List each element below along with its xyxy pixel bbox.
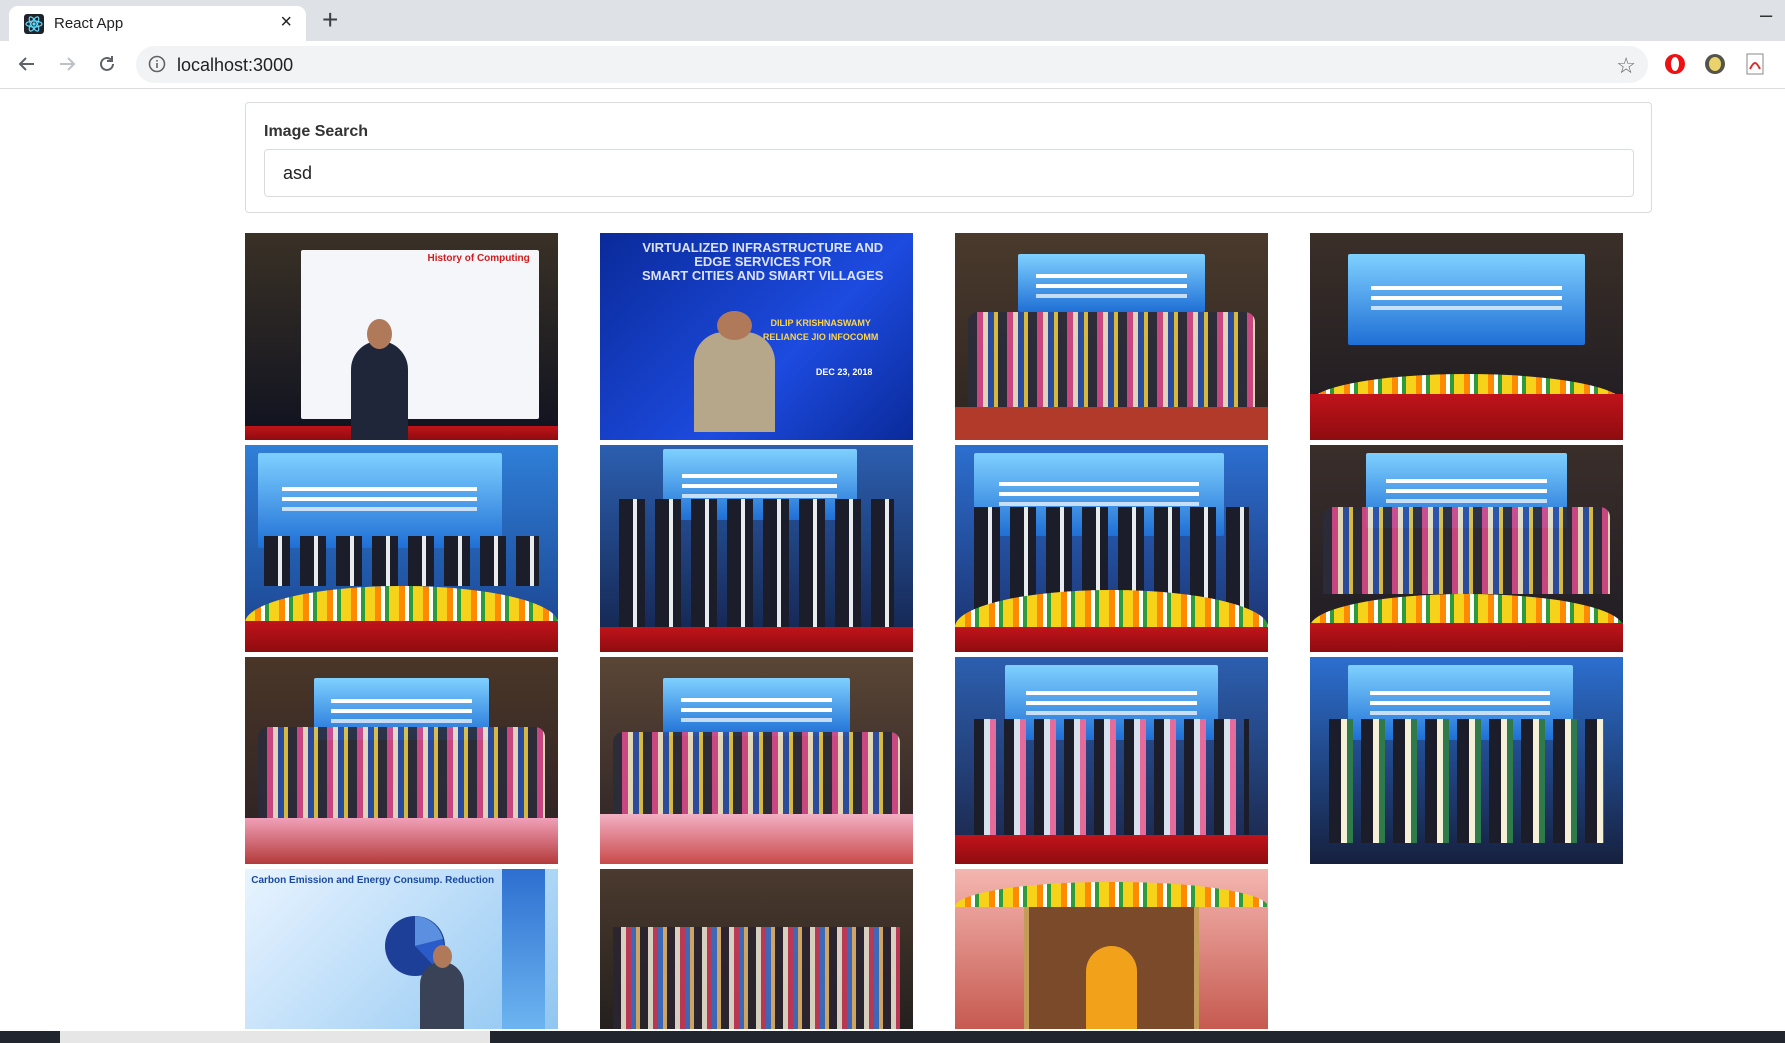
bookmark-star-icon[interactable]: ☆ [1616,53,1636,79]
slide-text: Carbon Emission and Energy Consump. Redu… [251,875,495,887]
info-icon[interactable] [148,55,166,73]
window-minimize-button[interactable]: – [1760,2,1772,28]
speaker-figure [351,318,408,440]
arrow-left-icon [18,57,34,71]
pink-chairs [245,818,558,864]
os-taskbar [0,1031,1785,1043]
stage-floor [1310,394,1623,440]
dignitaries-standing [618,498,895,632]
image-result[interactable] [955,445,1268,652]
reload-icon [100,56,114,71]
awardees-standing [1328,719,1605,844]
stage-floor [600,627,913,652]
new-tab-button[interactable]: + [322,4,338,36]
banner-text: DEC 23, 2018 [815,367,873,378]
image-result[interactable] [600,869,913,1029]
speaker-figure [420,944,465,1029]
image-grid: History of Computing VIRTUALIZED INFRAST… [245,233,1625,1029]
stage-floor [955,835,1268,864]
image-result[interactable] [600,445,913,652]
image-search-label: Image Search [264,123,369,140]
browser-tab[interactable]: React App × [9,6,306,41]
tab-close-button[interactable]: × [280,12,292,32]
react-logo-icon [24,14,44,34]
address-bar[interactable]: localhost:3000 ☆ [136,46,1648,83]
carpet [955,406,1268,440]
image-result[interactable] [1310,445,1623,652]
tab-title: React App [54,15,124,32]
stage-banner [257,453,502,549]
image-result[interactable] [245,657,558,864]
image-result[interactable] [955,233,1268,440]
image-result[interactable] [955,869,1268,1029]
stage-floor [1310,623,1623,652]
arrow-right-icon [60,57,76,71]
stage-banner [1017,253,1206,312]
group-photo-crowd [967,311,1256,407]
browser-toolbar: localhost:3000 ☆ [0,41,1785,89]
opera-extension-icon[interactable] [1664,53,1686,75]
stage-banner [662,677,851,736]
image-result[interactable] [1310,233,1623,440]
image-result[interactable] [955,657,1268,864]
statue-figure [1086,945,1137,1029]
url-text: localhost:3000 [177,55,294,75]
pdf-extension-icon[interactable] [1744,53,1766,75]
back-button[interactable] [14,51,40,77]
group-photo-crowd [612,731,901,815]
group-photo-crowd [1322,507,1611,595]
banner-text: VIRTUALIZED INFRASTRUCTURE AND EDGE SERV… [642,240,884,284]
image-search-card: Image Search [245,102,1652,213]
stage-floor [245,620,558,652]
shield-extension-icon[interactable] [1704,53,1726,75]
group-photo-crowd [257,727,546,819]
dignitaries-seated [263,536,540,586]
taskbar-item[interactable] [60,1031,490,1043]
image-result[interactable]: History of Computing [245,233,558,440]
slide-text: History of Computing [427,252,530,264]
stage-banner [1347,253,1586,345]
forward-button[interactable] [54,51,80,77]
side-banner [501,869,546,1029]
stage-floor [955,627,1268,652]
tab-bar: React App × + – [0,0,1785,41]
image-result[interactable] [600,657,913,864]
pink-chairs [600,814,913,864]
reload-button[interactable] [94,51,120,77]
awardees-standing [973,719,1250,840]
image-search-input[interactable] [264,149,1634,197]
audience-crowd [612,926,901,1029]
image-result[interactable] [245,445,558,652]
image-result[interactable] [1310,657,1623,864]
speaker-figure [693,310,776,432]
image-result[interactable]: Carbon Emission and Energy Consump. Redu… [245,869,558,1029]
projected-slide: History of Computing [301,249,540,420]
image-result[interactable]: VIRTUALIZED INFRASTRUCTURE AND EDGE SERV… [600,233,913,440]
